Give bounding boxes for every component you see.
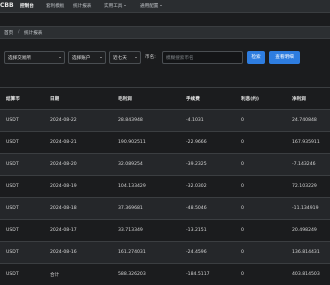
table-cell: 136.814431 [292,250,320,255]
table-cell: 0 [241,228,244,233]
nav-utilities[interactable]: 实用工具 [104,3,126,9]
table-cell: 32.089254 [118,162,143,167]
table-cell: 72.103229 [292,184,317,189]
table-row: USDT 2024-08-19 104.133429 -32.0302 0 72.1032… [0,175,330,197]
nav-statistics-report[interactable]: 统计报表 [73,3,91,9]
column-header-interest: 利息(约) [241,97,259,102]
table-cell: 2024-08-19 [50,184,77,189]
nav-general-config-label: 通用配置 [140,3,159,9]
table-cell: 0 [241,272,244,277]
table-row: USDT 2024-08-22 28.843948 -4.1031 0 24.740848 [0,109,330,131]
table-cell: 167.935911 [292,140,320,145]
table-total-row: USDT 合计 588.326203 -184.5117 0 403.814503 [0,263,330,285]
table-cell: 20.498249 [292,228,317,233]
table-cell: 0 [241,118,244,123]
top-navbar: CBB 控制台 套利模板 统计报表 实用工具 通用配置 [0,0,330,13]
nav-arbitrage-templates[interactable]: 套利模板 [46,3,64,9]
table-cell: 2024-08-17 [50,228,77,233]
chevron-down-icon [59,57,61,58]
period-select[interactable]: 近七天 [109,51,141,64]
table-cell: -11.134919 [292,206,319,211]
table-cell: 28.843948 [118,118,143,123]
table-row: USDT 2024-08-21 190.902511 -22.9666 0 167.935… [0,131,330,153]
table-cell: 0 [241,250,244,255]
chevron-down-icon [123,4,126,6]
breadcrumb-current: 统计报表 [24,30,43,36]
table-cell: USDT [6,118,19,123]
table-cell: 0 [241,184,244,189]
account-select-value: 选择账户 [72,56,91,61]
table-cell: -13.2151 [186,228,207,233]
period-select-value: 近七天 [113,56,127,61]
table-cell: -32.0302 [186,184,207,189]
table-cell: USDT [6,140,19,145]
table-cell: -48.5046 [186,206,207,211]
table-cell: -184.5117 [186,272,210,277]
breadcrumb-home[interactable]: 首页 [4,30,13,36]
table-cell: -39.2325 [186,162,207,167]
table-cell: 588.326203 [118,272,146,277]
account-select[interactable]: 选择账户 [68,51,106,64]
coin-label: 币名: [145,55,156,60]
table-cell: 24.740848 [292,118,317,123]
table-cell: USDT [6,184,19,189]
table-row: USDT 2024-08-16 161.274031 -24.4596 0 136.814… [0,241,330,263]
table-cell: USDT [6,162,19,167]
column-header-settlement-coin: 结算币 [6,97,20,102]
table-cell: 104.133429 [118,184,146,189]
table-row: USDT 2024-08-20 32.089254 -39.2325 0 -7.14324… [0,153,330,175]
view-details-button[interactable]: 查看明细 [269,51,300,64]
table-cell: 2024-08-22 [50,118,77,123]
exchange-select[interactable]: 选择交易所 [4,51,65,64]
table-cell: -7.143246 [292,162,316,167]
table-cell: USDT [6,250,19,255]
table-cell: 403.814503 [292,272,320,277]
table-cell: 2024-08-20 [50,162,77,167]
table-cell: 33.713349 [118,228,143,233]
table-row: USDT 2024-08-17 33.713349 -13.2151 0 20.49824… [0,219,330,241]
table-cell: 0 [241,140,244,145]
table-cell: USDT [6,228,19,233]
table-cell: -4.1031 [186,118,204,123]
search-button[interactable]: 检索 [247,51,265,64]
table-cell: 0 [241,206,244,211]
brand-logo[interactable]: CBB [0,2,14,9]
column-header-gross-profit: 毛利润 [118,97,132,102]
chevron-down-icon [100,57,102,58]
coin-search-input[interactable]: 模糊搜索币名 [162,51,243,64]
table-cell: 37.369681 [118,206,143,211]
nav-general-config[interactable]: 通用配置 [140,3,162,9]
table-header-row: 结算币 日期 毛利润 手续费 利息(约) 净利润 [0,87,330,109]
chevron-down-icon [159,4,162,6]
table-row: USDT 2024-08-18 37.369681 -48.5046 0 -11.1349… [0,197,330,219]
table-cell: -24.4596 [186,250,207,255]
table-cell: 190.902511 [118,140,146,145]
table-cell: USDT [6,272,19,277]
table-cell: 合计 [50,273,60,278]
breadcrumb-separator: / [18,29,20,35]
table-cell: -22.9666 [186,140,207,145]
table-cell: 161.274031 [118,250,146,255]
table-cell: 2024-08-21 [50,140,77,145]
column-header-date: 日期 [50,97,60,102]
nav-utilities-label: 实用工具 [104,3,123,9]
column-header-fee: 手续费 [186,97,200,102]
column-header-net-profit: 净利润 [292,97,306,102]
table-cell: 2024-08-18 [50,206,77,211]
table-cell: 0 [241,162,244,167]
breadcrumb: 首页 / 统计报表 [0,26,330,39]
nav-dashboard[interactable]: 控制台 [20,3,34,9]
table-cell: 2024-08-16 [50,250,77,255]
exchange-select-value: 选择交易所 [8,56,31,61]
coin-search-placeholder: 模糊搜索币名 [166,56,194,61]
chevron-down-icon [135,57,137,58]
table-cell: USDT [6,206,19,211]
